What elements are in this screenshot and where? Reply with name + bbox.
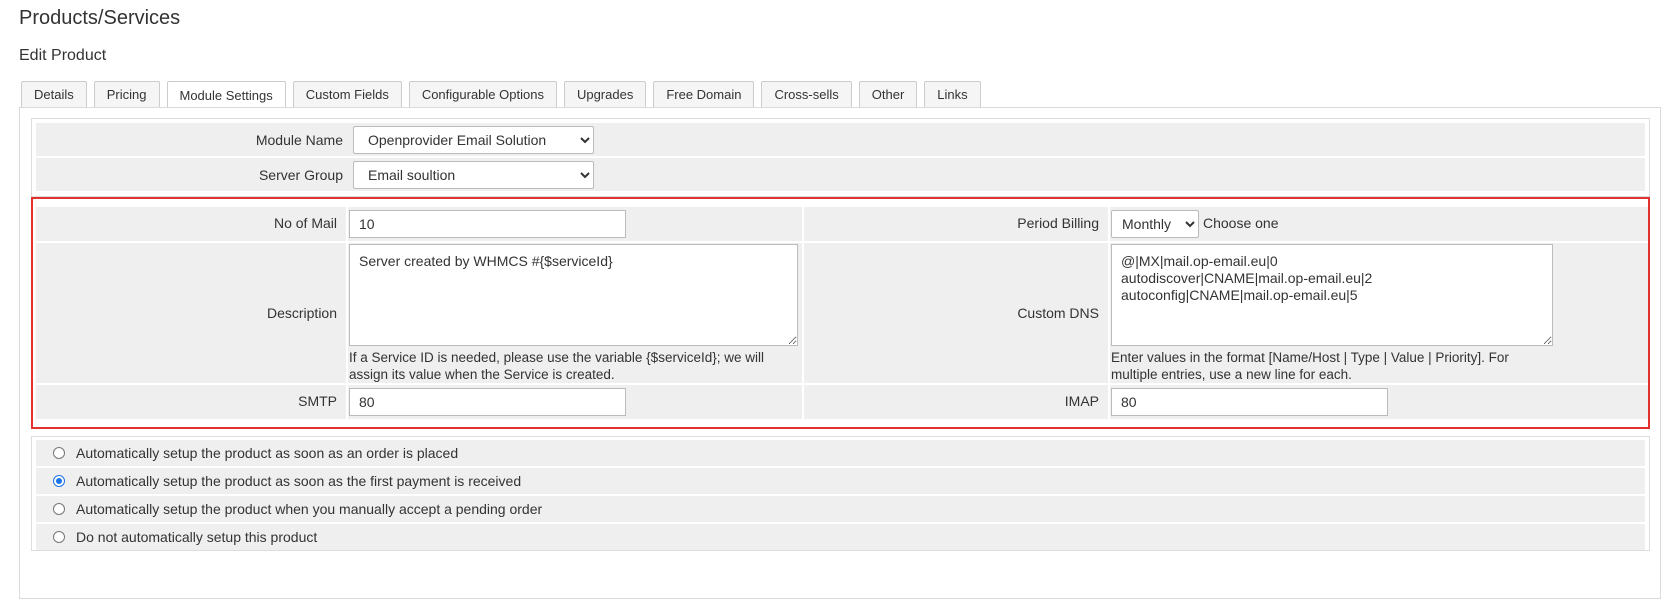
no-of-mail-input[interactable] <box>349 210 626 238</box>
tab-links[interactable]: Links <box>924 81 981 107</box>
imap-label-cell: IMAP <box>804 385 1108 419</box>
tab-configurable-options[interactable]: Configurable Options <box>408 81 557 107</box>
setup-option-label: Automatically setup the product when you… <box>76 501 543 517</box>
server-group-select[interactable]: Email soultion <box>353 160 594 189</box>
setup-option-radio[interactable] <box>53 531 65 543</box>
tab-module-settings[interactable]: Module Settings <box>166 81 286 108</box>
module-name-label: Module Name <box>255 131 343 148</box>
no-of-mail-label-cell: No of Mail <box>36 207 346 241</box>
tab-cross-sells[interactable]: Cross-sells <box>761 81 852 107</box>
imap-label: IMAP <box>1064 393 1099 409</box>
tab-other[interactable]: Other <box>858 81 918 107</box>
email-settings-highlight: No of Mail Description Server created by… <box>31 197 1650 429</box>
smtp-field-cell <box>348 385 802 419</box>
description-label: Description <box>266 305 337 321</box>
no-of-mail-label: No of Mail <box>273 215 337 231</box>
setup-option-radio[interactable] <box>53 447 65 459</box>
tab-custom-fields[interactable]: Custom Fields <box>292 81 402 107</box>
product-tabs: Details Pricing Module Settings Custom F… <box>21 81 981 108</box>
no-of-mail-field-cell <box>348 207 802 241</box>
module-settings-panel: Module Name Openprovider Email Solution … <box>19 107 1661 599</box>
smtp-label-cell: SMTP <box>36 385 346 419</box>
module-card: Module Name Openprovider Email Solution … <box>31 118 1650 197</box>
description-textarea[interactable]: Server created by WHMCS #{$serviceId} <box>349 244 798 346</box>
module-name-select[interactable]: Openprovider Email Solution <box>353 125 594 154</box>
smtp-input[interactable] <box>349 388 626 416</box>
setup-option-label: Automatically setup the product as soon … <box>76 473 522 489</box>
custom-dns-help-text: Enter values in the format [Name/Host | … <box>1111 350 1509 382</box>
page-title: Products/Services <box>19 7 181 29</box>
custom-dns-label: Custom DNS <box>1017 305 1099 321</box>
tab-details[interactable]: Details <box>21 81 87 107</box>
imap-field-cell <box>1110 385 1648 419</box>
setup-option-label: Automatically setup the product as soon … <box>76 445 459 461</box>
setup-option-row[interactable]: Do not automatically setup this product <box>36 524 1645 550</box>
setup-option-row[interactable]: Automatically setup the product as soon … <box>36 440 1645 466</box>
tab-free-domain[interactable]: Free Domain <box>653 81 755 107</box>
smtp-label: SMTP <box>298 393 337 409</box>
setup-options-card: Automatically setup the product as soon … <box>31 436 1650 551</box>
tab-upgrades[interactable]: Upgrades <box>563 81 647 107</box>
setup-option-radio[interactable] <box>53 475 65 487</box>
period-billing-label: Period Billing <box>1017 215 1099 231</box>
description-help-text: If a Service ID is needed, please use th… <box>349 350 764 382</box>
setup-option-label: Do not automatically setup this product <box>76 529 318 545</box>
period-billing-field-cell: Monthly Choose one <box>1110 207 1648 241</box>
description-label-cell: Description <box>36 243 346 383</box>
module-name-row: Module Name Openprovider Email Solution <box>36 123 1645 156</box>
page-subtitle: Edit Product <box>19 47 107 64</box>
description-field-cell: Server created by WHMCS #{$serviceId} If… <box>348 243 802 383</box>
imap-input[interactable] <box>1111 388 1388 416</box>
period-billing-hint: Choose one <box>1203 215 1279 231</box>
custom-dns-field-cell: @|MX|mail.op-email.eu|0 autodiscover|CNA… <box>1110 243 1648 383</box>
custom-dns-label-cell: Custom DNS <box>804 243 1108 383</box>
tab-pricing[interactable]: Pricing <box>93 81 160 107</box>
server-group-label: Server Group <box>258 166 343 183</box>
custom-dns-textarea[interactable]: @|MX|mail.op-email.eu|0 autodiscover|CNA… <box>1111 244 1553 346</box>
server-group-row: Server Group Email soultion <box>36 158 1645 191</box>
setup-option-row[interactable]: Automatically setup the product when you… <box>36 496 1645 522</box>
setup-option-row[interactable]: Automatically setup the product as soon … <box>36 468 1645 494</box>
period-billing-select[interactable]: Monthly <box>1111 210 1199 238</box>
period-billing-label-cell: Period Billing <box>804 207 1108 241</box>
setup-option-radio[interactable] <box>53 503 65 515</box>
